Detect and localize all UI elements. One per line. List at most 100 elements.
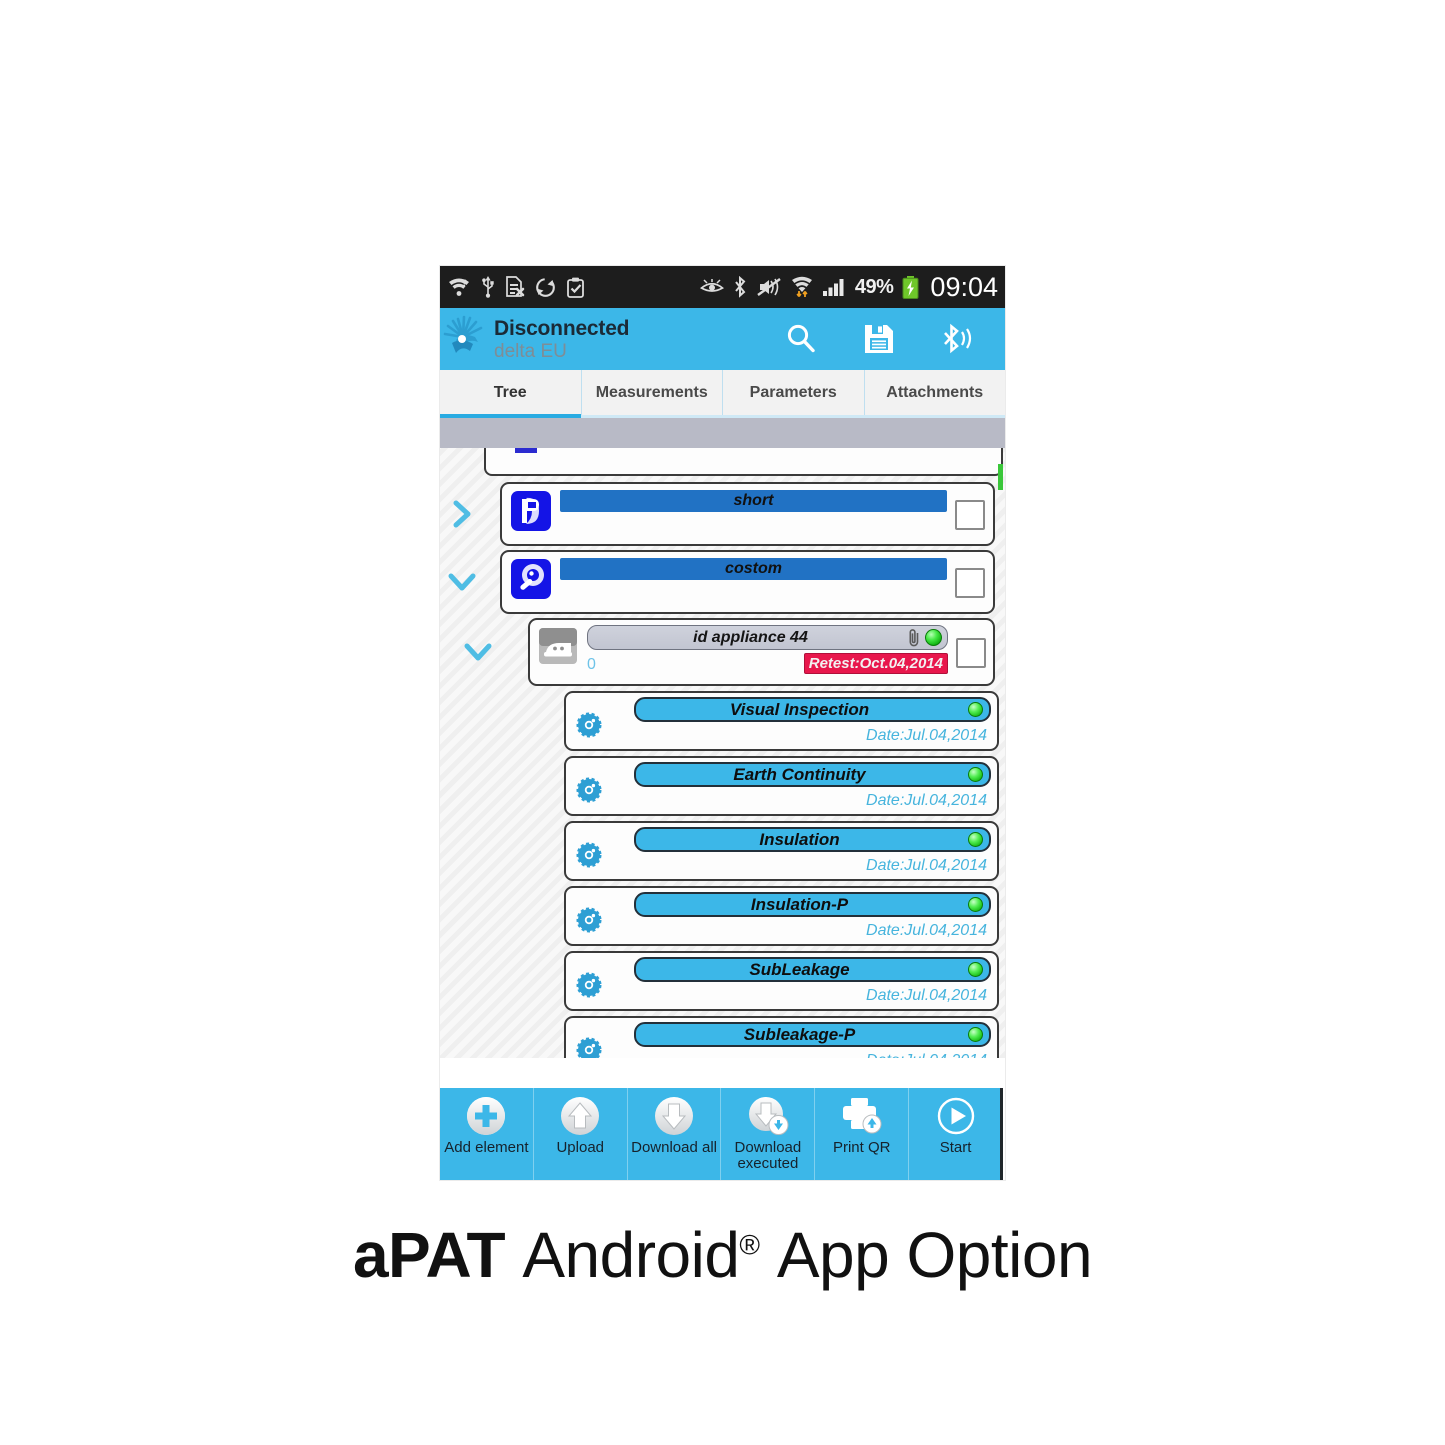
tree-node-costom[interactable]: costom [440,550,1003,614]
toolbar-spacer [440,418,1005,448]
profile-short-icon [510,490,552,532]
status-clock: 09:04 [930,271,998,302]
download-circle-icon [653,1093,695,1138]
appliance-name-bar[interactable]: id appliance 44 [587,625,948,650]
gear-icon [576,777,602,808]
test-name-bar[interactable]: SubLeakage [634,957,991,982]
upload-button[interactable]: Upload [534,1088,628,1180]
app-header-actions [783,321,1005,357]
svg-text:?: ? [462,279,467,289]
tree-node-card[interactable]: costom [500,550,995,614]
test-name-bar[interactable]: Subleakage-P [634,1022,991,1047]
tree-node-short[interactable]: short [440,482,1003,546]
test-name-bar[interactable]: Insulation [634,827,991,852]
status-icons-right: 49% 09:04 [699,271,998,303]
appliance-counter: 0 [587,656,596,673]
node-checkbox[interactable] [955,568,985,598]
usb-icon [481,276,495,298]
tab-attachments[interactable]: Attachments [865,370,1006,415]
sunburst-logo [442,313,490,365]
download-executed-label: Download executed [734,1139,802,1172]
test-name-label: Subleakage-P [743,1024,856,1044]
bluetooth-icon[interactable] [939,321,975,357]
node-name-label: costom [725,560,782,577]
download-all-label: Download all [631,1139,718,1156]
printer-icon [839,1093,885,1138]
test-name-bar[interactable]: Visual Inspection [634,697,991,722]
test-row[interactable]: SubLeakage Date:Jul.04,2014 [564,951,999,1011]
test-row[interactable]: Insulation-P Date:Jul.04,2014 [564,886,999,946]
gear-icon [576,712,602,743]
appliance-status-led [925,629,942,646]
tab-parameters[interactable]: Parameters [723,370,865,415]
test-row[interactable]: Earth Continuity Date:Jul.04,2014 [564,756,999,816]
node-name-bar[interactable]: costom [560,558,947,580]
partial-node-bar [515,448,537,453]
tree-node-card[interactable]: short [500,482,995,546]
download-all-button[interactable]: Download all [628,1088,722,1180]
search-icon[interactable] [783,321,819,357]
test-status-led [968,767,983,782]
retest-badge: Retest:Oct.04,2014 [803,653,948,674]
node-name-label: short [733,492,774,509]
chevron-down-icon[interactable] [456,618,500,686]
tab-tree-label: Tree [493,383,527,401]
test-row[interactable]: Insulation Date:Jul.04,2014 [564,821,999,881]
test-name-label: Insulation-P [750,894,849,914]
test-status-led [968,702,983,717]
battery-charging-icon [902,275,919,299]
test-row[interactable]: Subleakage-P Date:Jul.04,2014 [564,1016,999,1058]
gear-icon [576,842,602,873]
test-name-bar[interactable]: Insulation-P [634,892,991,917]
tab-measurements-label: Measurements [595,383,708,401]
tree-node-appliance[interactable]: id appliance 44 0 Retest:Oct.04,2014 [440,618,1003,686]
test-date: Date:Jul.04,2014 [866,987,987,1004]
eye-icon [699,279,724,295]
gear-icon [576,1037,602,1058]
wifi-question-icon: ? [447,277,471,297]
upload-label: Upload [556,1139,605,1156]
gear-icon [576,972,602,1003]
download-executed-button[interactable]: Download executed [721,1088,816,1180]
phone-screen: ? 49% 09:04 Disconnected delta EU Tree M… [440,266,1005,1180]
appliance-card[interactable]: id appliance 44 0 Retest:Oct.04,2014 [528,618,995,686]
toolbar-edge [1000,1088,1003,1180]
android-status-bar: ? 49% 09:04 [440,266,1005,308]
node-checkbox[interactable] [955,500,985,530]
test-name-label: Insulation [759,829,840,849]
appliance-name-label: id appliance 44 [693,628,808,646]
test-name-label: SubLeakage [749,959,850,979]
print-qr-button[interactable]: Print QR [815,1088,910,1180]
chevron-down-icon[interactable] [440,550,484,614]
test-date: Date:Jul.04,2014 [866,727,987,744]
clipboard-check-icon [566,277,585,298]
status-icons-left: ? [447,276,585,298]
test-name-label: Earth Continuity [733,764,866,784]
tab-measurements[interactable]: Measurements [582,370,723,415]
play-circle-icon [935,1093,977,1138]
tab-tree[interactable]: Tree [440,370,582,418]
signal-bars-icon [822,277,846,297]
caption-brand: aPAT [352,1219,506,1291]
start-button[interactable]: Start [909,1088,1003,1180]
print-qr-label: Print QR [832,1139,891,1156]
appliance-checkbox[interactable] [956,638,986,668]
tree-node-partial[interactable] [484,448,1003,490]
node-name-bar[interactable]: short [560,490,947,512]
test-name-bar[interactable]: Earth Continuity [634,762,991,787]
tree-list[interactable]: short costom id appliance 44 0 Retest:Oc… [440,448,1005,1058]
test-status-led [968,897,983,912]
app-title: Disconnected [494,316,630,340]
test-date: Date:Jul.04,2014 [866,792,987,809]
battery-percent: 49% [854,275,894,298]
test-row[interactable]: Visual Inspection Date:Jul.04,2014 [564,691,999,751]
add-element-button[interactable]: Add element [440,1088,534,1180]
iron-appliance-icon [537,625,579,667]
save-icon[interactable] [861,321,897,357]
chevron-right-icon[interactable] [440,482,484,546]
paperclip-icon[interactable] [907,628,921,647]
app-title-block: Disconnected delta EU [494,316,630,361]
test-date: Date:Jul.04,2014 [866,1052,987,1058]
start-label: Start [939,1139,972,1156]
add-circle-icon [465,1093,507,1138]
